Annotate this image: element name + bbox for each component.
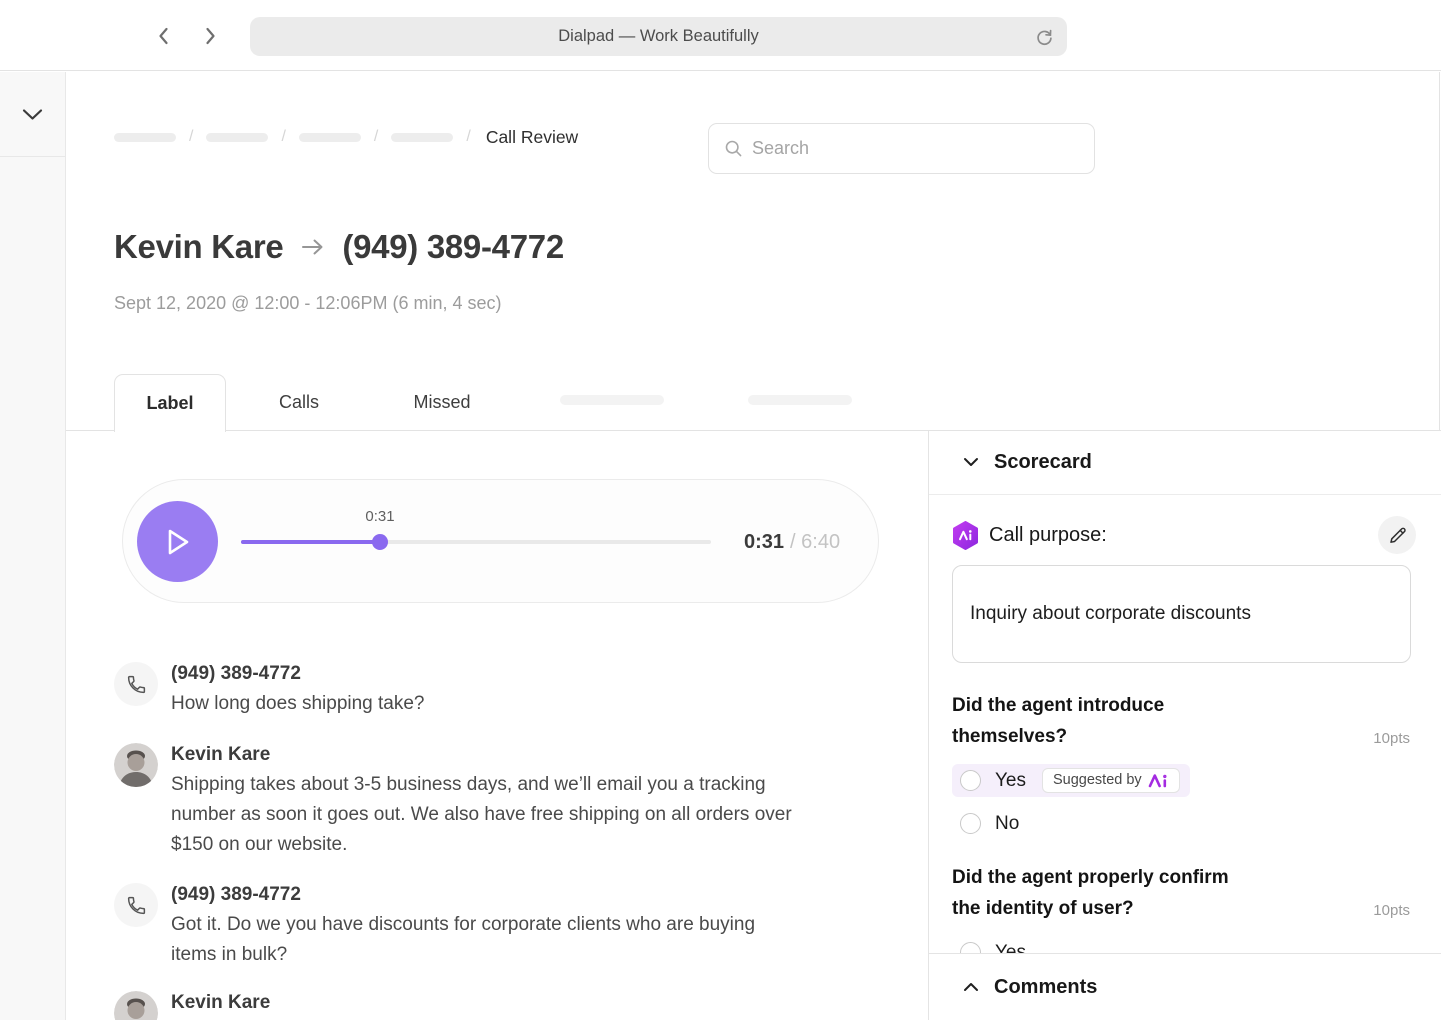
question-points: 10pts — [1373, 730, 1410, 747]
elapsed-time: 0:31 — [744, 531, 784, 554]
transcript-message: (949) 389-4772 How long does shipping ta… — [114, 662, 863, 719]
ai-suggestion-badge: Suggested by — [1042, 768, 1180, 793]
breadcrumb-placeholder[interactable] — [391, 133, 453, 142]
ai-logo-icon — [1148, 773, 1169, 788]
breadcrumb-placeholder[interactable] — [299, 133, 361, 142]
breadcrumb-separator: / — [374, 128, 378, 146]
browser-title: Dialpad — Work Beautifully — [558, 27, 759, 46]
back-icon[interactable] — [153, 25, 175, 47]
breadcrumb-separator: / — [281, 128, 285, 146]
tab-calls-text: Calls — [279, 392, 319, 413]
call-purpose-value: Inquiry about corporate discounts — [970, 603, 1251, 625]
forward-icon[interactable] — [199, 25, 221, 47]
speaker-name: Kevin Kare — [171, 991, 863, 1014]
tab-missed[interactable]: Missed — [402, 374, 482, 430]
phone-avatar — [114, 883, 158, 927]
tab-label-text: Label — [146, 393, 193, 414]
option-yes-suggested[interactable]: Yes Suggested by — [952, 764, 1190, 797]
transcript-message: Kevin Kare Shipping takes about 3-5 busi… — [114, 743, 863, 860]
playhead-time: 0:31 — [355, 508, 405, 525]
option-label: Yes — [995, 770, 1026, 792]
message-text: Got it. Do we you have discounts for cor… — [171, 910, 863, 970]
audio-player: 0:31 0:31 / 6:40 — [122, 479, 879, 603]
message-body: Kevin Kare — [171, 991, 863, 1020]
scorecard-panel: Scorecard Call purpose: Inquiry about co… — [928, 430, 1441, 1020]
phone-icon — [126, 895, 147, 916]
option-no[interactable]: No — [952, 807, 1029, 840]
sidebar — [0, 72, 66, 1020]
pencil-icon — [1388, 526, 1407, 545]
app-window: Dialpad — Work Beautifully / / / / Call … — [0, 0, 1441, 1020]
breadcrumb-current: Call Review — [486, 127, 578, 148]
question-text: Did the agent properly confirm the ident… — [952, 862, 1292, 924]
tab-label[interactable]: Label — [114, 374, 226, 432]
search-icon — [724, 139, 743, 158]
avatar-photo — [114, 991, 158, 1020]
chevron-down-icon — [963, 457, 979, 467]
transcript-message: (949) 389-4772 Got it. Do we you have di… — [114, 883, 863, 970]
avatar-photo — [114, 743, 158, 787]
scorecard-header[interactable]: Scorecard — [929, 430, 1441, 495]
radio-button[interactable] — [960, 770, 981, 791]
tab-placeholder[interactable] — [560, 395, 664, 405]
tab-divider — [66, 430, 1441, 431]
caller-name: Kevin Kare — [114, 228, 283, 266]
call-purpose-field[interactable]: Inquiry about corporate discounts — [952, 565, 1411, 663]
breadcrumb-separator: / — [189, 128, 193, 146]
call-title: Kevin Kare (949) 389-4772 — [114, 228, 564, 266]
radio-button[interactable] — [960, 813, 981, 834]
phone-icon — [126, 674, 147, 695]
speaker-name: (949) 389-4772 — [171, 662, 863, 685]
transcript-message: Kevin Kare — [114, 991, 863, 1020]
play-button[interactable] — [137, 501, 218, 582]
message-body: (949) 389-4772 Got it. Do we you have di… — [171, 883, 863, 970]
tab-missed-text: Missed — [413, 392, 470, 413]
chevron-up-icon — [963, 982, 979, 992]
comments-header[interactable]: Comments — [929, 953, 1441, 1020]
ai-hexagon-icon — [952, 521, 979, 550]
seek-bar-fill — [241, 540, 380, 544]
address-bar[interactable]: Dialpad — Work Beautifully — [250, 17, 1067, 56]
call-purpose-row: Call purpose: — [952, 521, 1107, 550]
message-body: Kevin Kare Shipping takes about 3-5 busi… — [171, 743, 863, 860]
comments-title: Comments — [994, 976, 1097, 999]
time-display: 0:31 / 6:40 — [744, 480, 840, 604]
message-text: How long does shipping take? — [171, 689, 863, 719]
play-icon — [163, 526, 193, 558]
search-input[interactable] — [752, 138, 1072, 159]
user-avatar — [114, 991, 158, 1020]
tab-calls[interactable]: Calls — [269, 374, 329, 430]
option-label: No — [995, 813, 1019, 835]
sidebar-collapse-button[interactable] — [0, 72, 65, 157]
chevron-down-icon — [22, 108, 43, 121]
seek-handle[interactable] — [372, 534, 388, 550]
badge-text: Suggested by — [1053, 772, 1142, 788]
breadcrumb: / / / / Call Review — [114, 127, 578, 147]
scorecard-title: Scorecard — [994, 451, 1092, 474]
phone-avatar — [114, 662, 158, 706]
search-box[interactable] — [708, 123, 1095, 174]
question-points: 10pts — [1373, 902, 1410, 919]
message-text: Shipping takes about 3-5 business days, … — [171, 770, 863, 860]
question-text: Did the agent introduce themselves? — [952, 690, 1292, 752]
breadcrumb-separator: / — [466, 128, 470, 146]
tab-placeholder[interactable] — [748, 395, 852, 405]
call-purpose-label: Call purpose: — [989, 524, 1107, 547]
seek-bar[interactable] — [241, 540, 711, 544]
arrow-right-icon — [300, 236, 325, 258]
call-datetime: Sept 12, 2020 @ 12:00 - 12:06PM (6 min, … — [114, 293, 501, 314]
breadcrumb-placeholder[interactable] — [206, 133, 268, 142]
breadcrumb-placeholder[interactable] — [114, 133, 176, 142]
speaker-name: Kevin Kare — [171, 743, 863, 766]
reload-icon[interactable] — [1034, 26, 1055, 47]
total-time: / 6:40 — [790, 531, 840, 554]
edit-button[interactable] — [1378, 516, 1416, 554]
callee-number: (949) 389-4772 — [342, 228, 563, 266]
speaker-name: (949) 389-4772 — [171, 883, 863, 906]
message-body: (949) 389-4772 How long does shipping ta… — [171, 662, 863, 719]
user-avatar — [114, 743, 158, 787]
browser-chrome: Dialpad — Work Beautifully — [0, 0, 1441, 71]
